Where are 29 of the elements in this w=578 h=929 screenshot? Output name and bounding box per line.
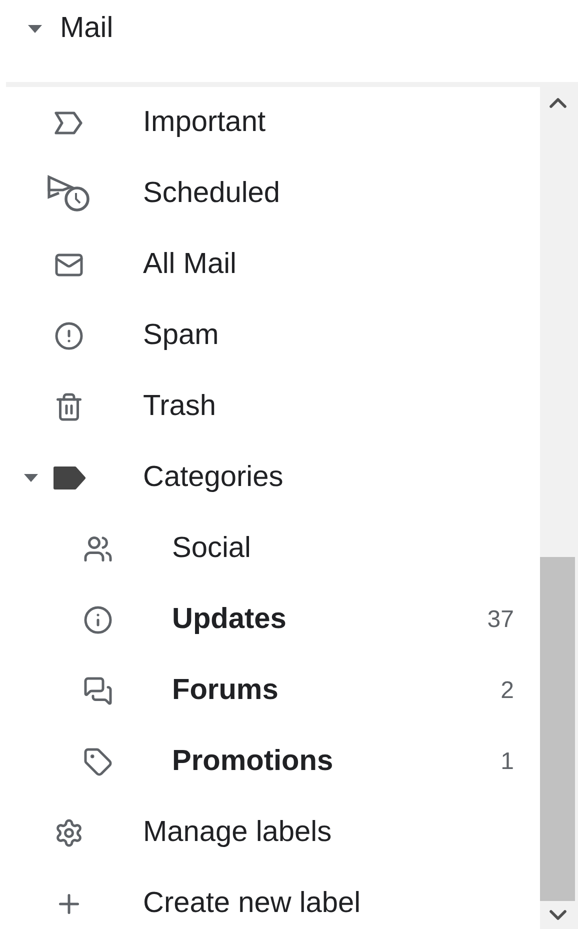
unread-count: 37 [487,606,514,634]
folder-label[interactable]: Important [143,106,514,139]
tag-icon [83,746,113,776]
people-icon [83,534,113,564]
caret-icon[interactable] [28,24,42,32]
unread-count: 1 [500,748,514,776]
scrollbar-thumb[interactable] [540,557,575,901]
important-icon [53,110,85,136]
category-label[interactable]: Updates [172,603,488,636]
trash-icon [54,392,84,422]
label-icon [52,466,86,490]
category-label[interactable]: Forums [172,674,501,707]
alert-icon [54,320,84,350]
caret-icon[interactable] [24,474,38,482]
scheduled-send-icon [47,174,91,212]
folder-label[interactable]: Manage labels [143,816,514,849]
folder-label[interactable]: Categories [143,461,514,494]
folder-label[interactable]: Trash [143,390,514,423]
unread-count: 2 [500,676,514,704]
folder-label[interactable]: Spam [143,319,514,352]
folder-label[interactable]: Scheduled [143,177,514,210]
chat-icon [83,676,113,706]
category-label[interactable]: Social [172,532,514,565]
info-icon [83,604,113,634]
settings-icon [54,818,84,848]
folder-label[interactable]: Create new label [143,887,514,920]
folder-label[interactable]: All Mail [143,248,514,281]
category-label[interactable]: Promotions [172,745,501,778]
section-title[interactable]: Mail [60,12,114,45]
